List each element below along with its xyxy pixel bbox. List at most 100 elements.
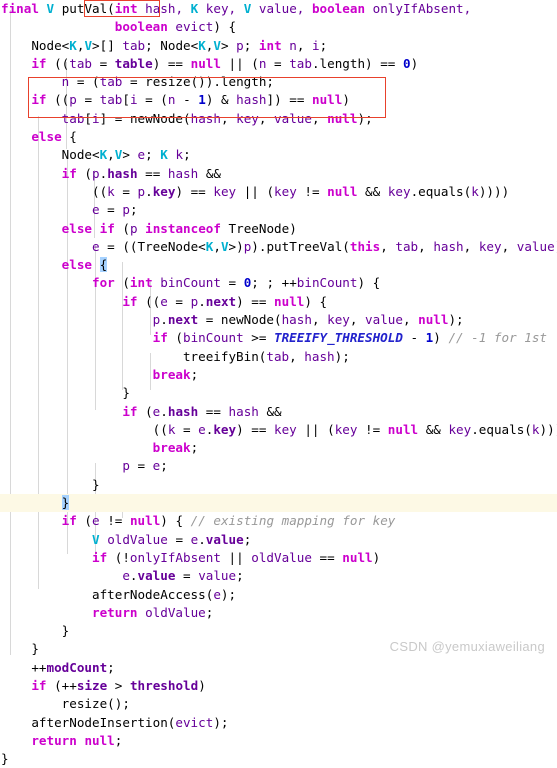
code-line[interactable]: n = (tab = resize()).length; <box>0 73 557 91</box>
code-line[interactable]: afterNodeAccess(e); <box>0 586 557 604</box>
code-line[interactable]: if (e != null) { // existing mapping for… <box>0 512 557 530</box>
code-token-par: tab <box>122 37 146 53</box>
code-token-kw: return <box>31 732 77 748</box>
code-token-pln <box>1 440 153 455</box>
code-token-fld: hash <box>167 403 199 419</box>
code-line-text: afterNodeInsertion(evict); <box>0 714 228 732</box>
code-token-pln: || <box>220 549 252 565</box>
code-token-pln <box>1 532 92 547</box>
code-line-text: return null; <box>0 732 122 750</box>
code-line[interactable]: final V putVal(int hash, K key, V value,… <box>0 0 557 18</box>
code-token-pln: = ( <box>137 92 168 108</box>
code-token-par: k <box>471 183 479 199</box>
code-token-kw: else <box>61 220 93 236</box>
code-token-pln <box>92 221 100 236</box>
code-line[interactable]: e = p; <box>0 201 557 219</box>
code-line[interactable]: if ((e = p.next) == null) { <box>0 293 557 311</box>
code-line[interactable]: Node<K,V> e; K k; <box>0 146 557 164</box>
code-token-par: key <box>387 183 411 199</box>
code-line[interactable]: return oldValue; <box>0 604 557 622</box>
code-line[interactable]: e = ((TreeNode<K,V>)p).putTreeVal(this, … <box>0 238 557 256</box>
code-token-pln: , <box>501 238 517 254</box>
code-line[interactable]: return null; <box>0 732 557 750</box>
code-line-text: final V putVal(int hash, K key, V value,… <box>0 0 471 18</box>
code-token-par: p <box>129 220 138 236</box>
code-line-text: afterNodeAccess(e); <box>0 586 236 604</box>
code-token-pln <box>1 312 153 327</box>
code-token-pln: >= <box>243 330 275 346</box>
code-line[interactable]: } <box>0 494 557 513</box>
code-line[interactable]: } <box>0 476 557 494</box>
code-line[interactable]: } <box>0 384 557 402</box>
code-token-pln: ; Node< <box>145 37 199 53</box>
code-token-par: key, <box>198 1 244 16</box>
code-token-pln: ); <box>220 586 237 602</box>
code-line[interactable]: p = e; <box>0 457 557 475</box>
code-token-kw: if <box>31 677 47 693</box>
code-line[interactable]: ((k = e.key) == key || (key != null && k… <box>0 421 557 439</box>
code-token-par: key <box>334 421 358 437</box>
code-line[interactable]: if (binCount >= TREEIFY_THRESHOLD - 1) /… <box>0 329 557 347</box>
code-token-kw: if <box>152 330 168 346</box>
code-line[interactable]: if (++size > threshold) <box>0 677 557 695</box>
code-token-pln: ); <box>357 110 373 126</box>
code-token-fld: threshold <box>129 677 199 693</box>
code-line[interactable]: afterNodeInsertion(evict); <box>0 714 557 732</box>
code-token-fld: value <box>137 568 176 584</box>
code-token-par: i <box>312 37 320 53</box>
code-line-text: } <box>0 476 100 494</box>
code-token-pln: TreeNode) <box>220 220 297 236</box>
code-line[interactable]: V oldValue = e.value; <box>0 531 557 549</box>
code-line[interactable]: else if (p instanceof TreeNode) <box>0 220 557 238</box>
code-line[interactable]: if ((p = tab[i = (n - 1) & hash]) == nul… <box>0 91 557 109</box>
code-token-typ: V <box>220 238 229 254</box>
code-line[interactable]: ((k = p.key) == key || (key != null && k… <box>0 183 557 201</box>
code-token-kw: null <box>418 312 449 328</box>
code-line[interactable]: boolean evict) { <box>0 18 557 36</box>
code-token-pln: ; <box>145 147 161 163</box>
code-line[interactable]: if (p.hash == hash && <box>0 165 557 183</box>
code-line[interactable]: Node<K,V>[] tab; Node<K,V> p; int n, i; <box>0 37 557 55</box>
code-token-typ: K <box>198 37 206 53</box>
code-line[interactable]: if (!onlyIfAbsent || oldValue == null) <box>0 549 557 567</box>
code-line[interactable]: else { <box>0 256 557 274</box>
code-token-pln <box>1 458 122 473</box>
code-token-pln: ) { <box>160 513 191 529</box>
code-token-par: onlyIfAbsent, <box>365 1 472 16</box>
code-line[interactable]: } <box>0 750 557 768</box>
code-line[interactable]: treeifyBin(tab, hash); <box>0 348 557 366</box>
code-token-par: p <box>137 183 146 199</box>
code-token-kw: int <box>114 1 138 16</box>
code-token-pln: ) == <box>175 183 214 199</box>
code-token-pln: ; <box>190 366 199 382</box>
code-line[interactable]: e.value = value; <box>0 567 557 585</box>
code-line[interactable]: break; <box>0 439 557 457</box>
code-token-sel: } <box>61 495 70 511</box>
code-line[interactable]: ++modCount; <box>0 659 557 677</box>
code-line[interactable]: p.next = newNode(hash, key, value, null)… <box>0 311 557 329</box>
code-line-text: if (++size > threshold) <box>0 677 205 695</box>
code-editor-view[interactable]: final V putVal(int hash, K key, V value,… <box>0 0 557 766</box>
code-token-pln: ; <box>205 604 214 620</box>
code-line[interactable]: resize(); <box>0 695 557 713</box>
code-token-par: hash, <box>137 1 191 16</box>
code-line[interactable]: tab[i] = newNode(hash, key, value, null)… <box>0 110 557 128</box>
code-line[interactable]: else { <box>0 128 557 146</box>
code-line[interactable]: } <box>0 622 557 640</box>
code-token-pln: .length) == <box>311 55 403 71</box>
code-token-par: tab <box>99 92 123 108</box>
code-token-par: tab <box>289 55 312 71</box>
code-token-pln: . <box>198 531 206 547</box>
code-token-pln: == <box>198 403 229 419</box>
code-line[interactable]: if ((tab = table) == null || (n = tab.le… <box>0 55 557 73</box>
code-token-kw: if <box>61 513 77 529</box>
code-line[interactable]: for (int binCount = 0; ; ++binCount) { <box>0 274 557 292</box>
code-line-text: } <box>0 750 9 768</box>
code-token-par: value <box>274 110 312 126</box>
code-line-text: ++modCount; <box>0 659 114 677</box>
code-token-kw: instanceof <box>145 220 221 236</box>
code-line[interactable]: break; <box>0 366 557 384</box>
code-token-pln: (( <box>1 183 108 199</box>
code-line[interactable]: if (e.hash == hash && <box>0 403 557 421</box>
code-token-pln <box>77 733 85 748</box>
